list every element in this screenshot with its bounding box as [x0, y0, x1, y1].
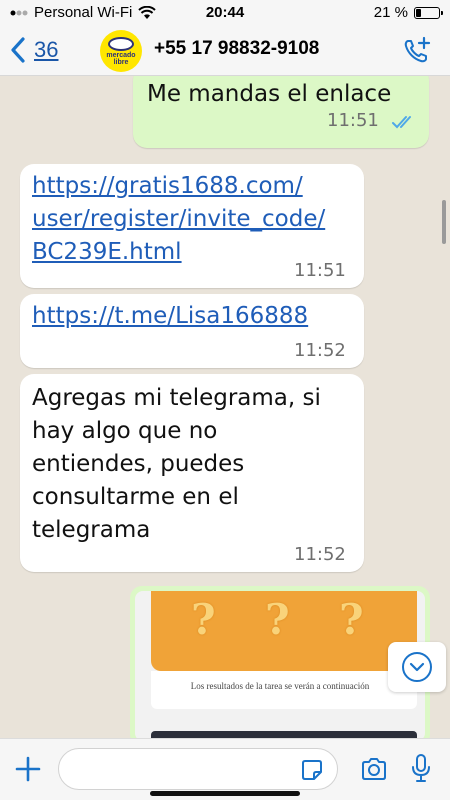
message-time: 11:51	[327, 110, 379, 131]
call-button[interactable]	[402, 36, 432, 71]
avatar[interactable]: mercado libre	[100, 30, 142, 72]
microphone-button[interactable]	[410, 753, 432, 790]
back-button[interactable]: 36	[10, 36, 58, 64]
avatar-line2: libre	[113, 58, 129, 66]
message-time: 11:52	[294, 544, 346, 565]
message-time: 11:51	[294, 260, 346, 281]
text-line: hay algo que no	[32, 418, 218, 444]
status-bar: Personal Wi-Fi 20:44 21 %	[0, 0, 450, 26]
phone-add-icon	[404, 36, 431, 63]
status-right: 21 %	[373, 4, 443, 21]
image-button-bar	[151, 731, 417, 738]
text-line: telegrama	[32, 517, 151, 543]
plus-icon	[15, 756, 41, 782]
attach-button[interactable]	[14, 755, 42, 788]
text-line: entiendes, puedes	[32, 451, 245, 477]
contact-name[interactable]: +55 17 98832-9108	[154, 38, 319, 60]
sticker-icon	[302, 760, 322, 780]
question-mark: ?	[339, 595, 364, 644]
message-link[interactable]: https://gratis1688.com/ user/register/in…	[32, 170, 325, 269]
unread-count: 36	[34, 37, 59, 62]
text-line: consultarme en el	[32, 484, 239, 510]
message-text: Agregas mi telegrama, si hay algo que no…	[32, 382, 321, 547]
chat-area[interactable]: Me mandas el enlace 11:51 https://gratis…	[0, 76, 450, 738]
chevron-down-circle-icon	[402, 652, 432, 682]
message-text: Me mandas el enlace	[147, 81, 392, 107]
text-line: Agregas mi telegrama, si	[32, 385, 321, 411]
battery-percent: 21 %	[373, 4, 408, 21]
message-link[interactable]: https://t.me/Lisa166888	[32, 300, 308, 333]
battery-icon	[414, 6, 443, 19]
camera-button[interactable]	[360, 756, 388, 787]
link-line[interactable]: https://gratis1688.com/	[32, 170, 325, 203]
message-time: 11:52	[294, 340, 346, 361]
avatar-line1: mercado	[106, 51, 136, 59]
microphone-icon	[412, 754, 430, 782]
chat-header: 36 mercado libre +55 17 98832-9108	[0, 26, 450, 76]
sticker-button[interactable]	[300, 758, 324, 787]
image-preview[interactable]: ? ? ? Los resultados de la tarea se verá…	[135, 591, 425, 738]
handshake-logo-icon	[108, 36, 134, 51]
question-mark: ?	[265, 595, 290, 644]
battery-level	[416, 8, 422, 17]
image-caption: Los resultados de la tarea se verán a co…	[190, 681, 370, 691]
chevron-left-icon	[11, 37, 25, 63]
message-incoming[interactable]: Agregas mi telegrama, si hay algo que no…	[20, 374, 364, 572]
message-incoming[interactable]: https://t.me/Lisa166888 11:52	[20, 294, 364, 368]
message-outgoing[interactable]: Me mandas el enlace 11:51	[133, 76, 429, 148]
message-input[interactable]	[58, 748, 338, 790]
message-incoming[interactable]: https://gratis1688.com/ user/register/in…	[20, 164, 364, 288]
link-line[interactable]: BC239E.html	[32, 236, 325, 269]
link-line[interactable]: user/register/invite_code/	[32, 203, 325, 236]
read-receipt-icon	[392, 116, 411, 129]
scroll-to-bottom-button[interactable]	[388, 642, 446, 692]
scroll-indicator[interactable]	[442, 200, 446, 244]
input-bar	[0, 738, 450, 800]
home-indicator	[150, 791, 300, 796]
question-mark: ?	[191, 595, 216, 644]
message-image[interactable]: ? ? ? Los resultados de la tarea se verá…	[130, 586, 430, 738]
camera-icon	[362, 758, 386, 780]
